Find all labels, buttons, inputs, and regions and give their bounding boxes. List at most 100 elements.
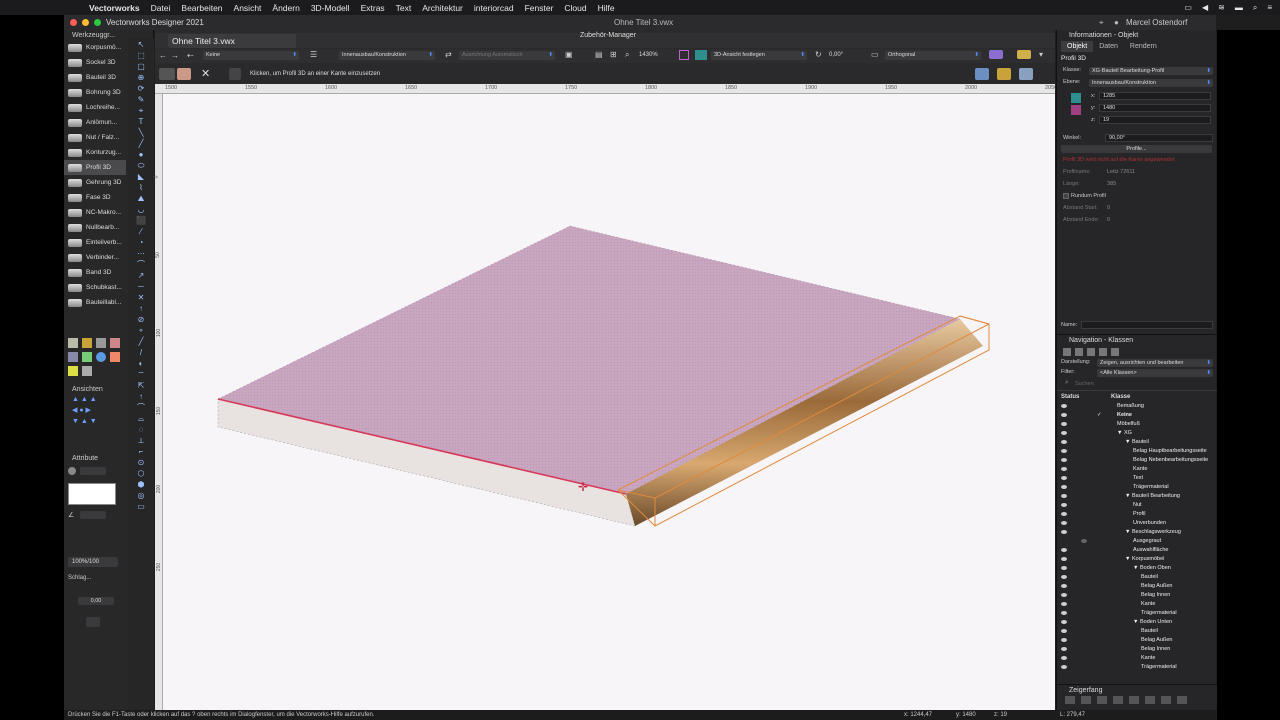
strip-tool-icon[interactable]: ✕ bbox=[136, 294, 146, 302]
snap-icon[interactable]: ⌖ bbox=[1099, 18, 1104, 28]
menu-vectorworks[interactable]: Vectorworks bbox=[89, 3, 140, 13]
snap-intersect-icon[interactable] bbox=[1097, 696, 1107, 704]
value-field[interactable]: 0,00 bbox=[78, 597, 114, 605]
rotate-icon[interactable]: ↻ bbox=[815, 50, 822, 59]
visibility-eye-icon[interactable] bbox=[1061, 449, 1067, 453]
tool-set-1-icon[interactable] bbox=[68, 338, 78, 348]
strip-tool-icon[interactable]: T bbox=[136, 118, 146, 126]
strip-tool-icon[interactable]: ⋯ bbox=[136, 250, 146, 258]
nav-refs-icon[interactable] bbox=[1111, 348, 1119, 356]
class-row-item[interactable]: ▼ Bauteil Bearbeitung bbox=[1057, 492, 1217, 501]
visibility-eye-icon[interactable] bbox=[1061, 629, 1067, 633]
volume-icon[interactable]: ◀︎ bbox=[1202, 3, 1208, 12]
layer-dropdown[interactable]: Innenausbau/Konstruktion ⬍ bbox=[339, 51, 435, 60]
lighting-icon[interactable] bbox=[695, 50, 707, 60]
tool-set-6-icon[interactable] bbox=[82, 352, 92, 362]
snap-grid-icon[interactable] bbox=[1065, 696, 1075, 704]
profile-button[interactable]: Profile... bbox=[1061, 145, 1212, 153]
strip-tool-icon[interactable]: ↑ bbox=[136, 305, 146, 313]
tool-item[interactable]: Einteilverb... bbox=[64, 235, 126, 250]
col-status[interactable]: Status bbox=[1061, 394, 1079, 400]
search-icon[interactable]: ⌕ bbox=[1253, 3, 1257, 13]
tool-set-5-icon[interactable] bbox=[68, 352, 78, 362]
visibility-eye-icon[interactable] bbox=[1061, 494, 1067, 498]
tool-set-8-icon[interactable] bbox=[110, 352, 120, 362]
class-row-item[interactable]: Kante bbox=[1057, 465, 1217, 474]
class-row-item[interactable]: ▼ Bauteil bbox=[1057, 438, 1217, 447]
strip-tool-icon[interactable]: ⟳ bbox=[136, 85, 146, 93]
wireframe-icon[interactable] bbox=[1019, 68, 1033, 80]
class-row-item[interactable]: ▼ XG bbox=[1057, 429, 1217, 438]
class-row-item[interactable]: Belag Außen bbox=[1057, 636, 1217, 645]
snap-object-icon[interactable] bbox=[1081, 696, 1091, 704]
tool-item[interactable]: NC-Makro... bbox=[64, 205, 126, 220]
board-3d-view[interactable]: ✛ bbox=[163, 94, 1055, 710]
tool-item[interactable]: Konturzug... bbox=[64, 145, 126, 160]
class-row-item[interactable]: ✓ Keine bbox=[1057, 411, 1217, 420]
menu-datei[interactable]: Datei bbox=[151, 3, 171, 13]
snap-mid-icon[interactable] bbox=[1113, 696, 1123, 704]
start-value[interactable]: 0 bbox=[1107, 205, 1110, 211]
strip-tool-icon[interactable]: ⬭ bbox=[136, 162, 146, 170]
class-row-item[interactable]: Bauteil bbox=[1057, 573, 1217, 582]
strip-tool-icon[interactable]: ⌓ bbox=[136, 415, 146, 423]
strip-tool-icon[interactable]: / bbox=[136, 349, 146, 357]
filter-select[interactable]: <Alle Klassen> ⬍ bbox=[1097, 369, 1213, 377]
display-select[interactable]: Zeigen, ausrichten und bearbeiten ⬍ bbox=[1097, 359, 1213, 367]
forward-icon[interactable]: → bbox=[171, 51, 179, 60]
projection-dropdown[interactable]: Orthogonal ⬍ bbox=[885, 51, 981, 60]
search-input[interactable]: Suchen bbox=[1075, 381, 1094, 387]
class-row-item[interactable]: Belag Innen bbox=[1057, 645, 1217, 654]
angle-field[interactable]: 90,00° bbox=[1105, 134, 1213, 142]
class-row-item[interactable]: Kante bbox=[1057, 600, 1217, 609]
visibility-eye-icon[interactable] bbox=[1061, 530, 1067, 534]
name-field[interactable] bbox=[1081, 321, 1213, 329]
class-row-item[interactable]: Möbelfuß bbox=[1057, 420, 1217, 429]
class-row-item[interactable]: Belag Hauptbearbeitungsseite bbox=[1057, 447, 1217, 456]
render-mode-icon[interactable] bbox=[679, 50, 689, 60]
class-row-item[interactable]: ▼ Korpusmöbel bbox=[1057, 555, 1217, 564]
view-row-3[interactable]: ▼ ▲ ▼ bbox=[72, 416, 114, 427]
wifi-icon[interactable]: ≋ bbox=[1218, 3, 1225, 12]
class-row-item[interactable]: Kante bbox=[1057, 654, 1217, 663]
zoom-value[interactable]: 1430% bbox=[639, 52, 658, 58]
class-row-item[interactable]: Profil bbox=[1057, 510, 1217, 519]
minimize-window-button[interactable] bbox=[82, 19, 89, 26]
menu-3d-modell[interactable]: 3D-Modell bbox=[311, 3, 350, 13]
class-row-item[interactable]: Bauteil bbox=[1057, 627, 1217, 636]
menu-text[interactable]: Text bbox=[396, 3, 412, 13]
board-top-face[interactable] bbox=[217, 225, 961, 495]
snap-smart-icon[interactable] bbox=[1145, 696, 1155, 704]
visibility-eye-icon[interactable] bbox=[1061, 467, 1067, 471]
end-value[interactable]: 0 bbox=[1107, 217, 1110, 223]
visibility-eye-icon[interactable] bbox=[1061, 413, 1067, 417]
zoom-window-button[interactable] bbox=[94, 19, 101, 26]
strip-tool-icon[interactable]: ↑ bbox=[136, 393, 146, 401]
class-row-item[interactable]: Belag Nebenbearbeitungsseite bbox=[1057, 456, 1217, 465]
class-row-item[interactable]: Trägermaterial bbox=[1057, 663, 1217, 672]
y-field[interactable]: 1480 bbox=[1099, 104, 1211, 112]
visibility-eye-icon[interactable] bbox=[1061, 620, 1067, 624]
strip-tool-icon[interactable]: ╲ bbox=[136, 129, 146, 137]
render-icon[interactable] bbox=[975, 68, 989, 80]
tool-set-10-icon[interactable] bbox=[82, 366, 92, 376]
strip-tool-icon[interactable]: ⚬ bbox=[136, 327, 146, 335]
tool-item[interactable]: Verbinder... bbox=[64, 250, 126, 265]
strip-tool-icon[interactable]: ⌇ bbox=[136, 184, 146, 192]
tool-set-7-icon[interactable] bbox=[96, 352, 106, 362]
tool-item[interactable]: Anlömun... bbox=[64, 115, 126, 130]
tool-item[interactable]: Profil 3D bbox=[64, 160, 126, 175]
control-center-icon[interactable]: ≡ bbox=[1267, 3, 1272, 12]
tool-item[interactable]: Band 3D bbox=[64, 265, 126, 280]
strip-tool-icon[interactable]: ⊙ bbox=[136, 459, 146, 467]
class-row-item[interactable]: Bemaßung bbox=[1057, 402, 1217, 411]
back-icon[interactable]: ← bbox=[159, 51, 167, 60]
class-row-item[interactable]: ▼ Beschlagswerkzeug bbox=[1057, 528, 1217, 537]
strip-tool-icon[interactable]: ⛰ bbox=[136, 195, 146, 203]
visibility-eye-icon[interactable] bbox=[1061, 548, 1067, 552]
visibility-eye-icon[interactable] bbox=[1061, 566, 1067, 570]
tool-set-2-icon[interactable] bbox=[82, 338, 92, 348]
visibility-eye-icon[interactable] bbox=[1061, 665, 1067, 669]
menu-cloud[interactable]: Cloud bbox=[564, 3, 586, 13]
battery-icon[interactable]: ▬ bbox=[1235, 3, 1243, 12]
